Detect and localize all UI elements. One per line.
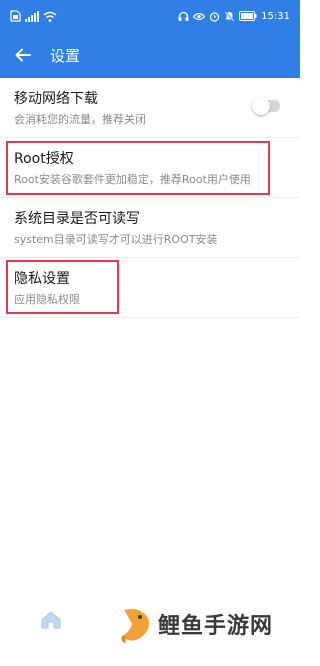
setting-subtitle: 应用隐私权限 xyxy=(14,293,80,306)
wifi-icon xyxy=(43,11,57,22)
setting-title: Root授权 xyxy=(14,151,74,167)
home-icon[interactable] xyxy=(40,610,62,630)
sim-card-icon xyxy=(10,10,21,22)
setting-subtitle: 会消耗您的流量，推荐关闭 xyxy=(14,113,146,126)
toggle-knob xyxy=(252,97,270,115)
setting-root-authorization[interactable]: Root授权 Root安装谷歌套件更加稳定，推荐Root用户使用 xyxy=(0,138,300,198)
bottom-area: 鲤鱼手游网 xyxy=(0,596,300,666)
arrow-left-icon xyxy=(15,48,31,62)
status-right: 15:31 xyxy=(178,11,290,22)
setting-title: 系统目录是否可读写 xyxy=(14,211,140,227)
status-left xyxy=(10,10,57,22)
alarm-icon xyxy=(210,11,220,22)
clock-time: 15:31 xyxy=(261,10,290,22)
watermark-text: 鲤鱼手游网 xyxy=(158,614,274,639)
back-button[interactable] xyxy=(0,32,46,78)
mobile-download-toggle[interactable] xyxy=(252,97,280,115)
carp-logo xyxy=(121,609,149,643)
settings-list: 移动网络下载 会消耗您的流量，推荐关闭 Root授权 Root安装谷歌套件更加稳… xyxy=(0,78,300,318)
battery-icon xyxy=(239,11,257,21)
status-bar: 15:31 xyxy=(0,0,300,32)
setting-subtitle: Root安装谷歌套件更加稳定，推荐Root用户使用 xyxy=(14,173,251,186)
app-bar: 设置 xyxy=(0,32,300,78)
headphones-icon xyxy=(178,11,189,21)
setting-title: 移动网络下载 xyxy=(14,91,98,107)
watermark: 鲤鱼手游网 xyxy=(118,604,273,644)
eye-icon xyxy=(193,12,206,20)
setting-mobile-download[interactable]: 移动网络下载 会消耗您的流量，推荐关闭 xyxy=(0,78,300,138)
setting-title: 隐私设置 xyxy=(14,271,70,287)
page-title: 设置 xyxy=(50,46,81,65)
signal-icon xyxy=(25,10,39,22)
setting-privacy[interactable]: 隐私设置 应用隐私权限 xyxy=(0,258,300,318)
setting-system-directory[interactable]: 系统目录是否可读写 system目录可读写才可以进行ROOT安装 xyxy=(0,198,300,258)
setting-subtitle: system目录可读写才可以进行ROOT安装 xyxy=(14,233,218,246)
mute-icon xyxy=(224,10,235,22)
